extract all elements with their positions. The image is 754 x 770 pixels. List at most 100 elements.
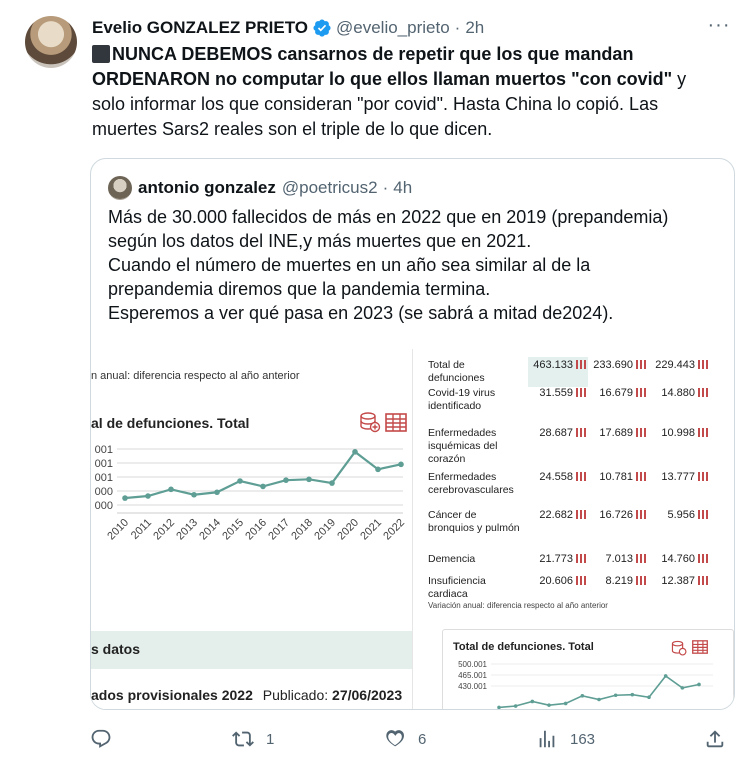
cause-value: 229.443: [650, 359, 708, 371]
author-handle[interactable]: @evelio_prieto: [336, 18, 450, 38]
media-image-left[interactable]: n anual: diferencia respecto al año ante…: [91, 349, 413, 709]
quoted-text-line: según los datos del INE,y más muertes qu…: [108, 231, 532, 251]
tweet-text-2: y: [672, 69, 687, 89]
bar-chart-icon: [576, 428, 586, 437]
media-image-right[interactable]: Total de defunciones 463.133 233.690 229.44…: [416, 349, 734, 709]
bar-chart-icon: [636, 510, 646, 519]
quoted-media[interactable]: n anual: diferencia respecto al año ante…: [91, 349, 734, 709]
author-avatar[interactable]: [25, 16, 77, 68]
table-row: Cáncer de bronquios y pulmón 22.682 16.726…: [428, 509, 734, 549]
data-point: [306, 476, 312, 483]
bar-chart-icon: [576, 388, 586, 397]
tweet-text: NUNCA DEBEMOS cansarnos de repetir que l…: [92, 42, 732, 142]
table-row: Enfermedades cerebrovasculares 24.558 10.7…: [428, 471, 734, 499]
views-button[interactable]: 163: [536, 725, 595, 753]
cause-label: Enfermedades cerebrovasculares: [428, 471, 514, 496]
cause-value: 21.773: [524, 553, 586, 565]
bar-chart-icon: [576, 510, 586, 519]
tweet-header: Evelio GONZALEZ PRIETO @evelio_prieto · …: [92, 16, 484, 40]
x-tick-label: 2016: [243, 517, 269, 543]
bar-chart-icon: [698, 554, 708, 563]
cause-value: 14.760: [650, 553, 708, 565]
cause-value: 10.781: [588, 471, 646, 483]
data-point: [663, 674, 668, 678]
x-tick-label: 2019: [312, 517, 338, 543]
chart-title: al de defunciones. Total: [91, 415, 250, 431]
cause-value: 31.559: [524, 387, 586, 399]
quoted-tweet[interactable]: antonio gonzalez @poetricus2 · 4h Más de…: [90, 158, 735, 710]
quoted-tweet-text: Más de 30.000 fallecidos de más en 2022 …: [108, 205, 728, 325]
quoted-text-line: prepandemia diremos que la pandemia term…: [108, 279, 491, 299]
verified-badge-icon: [313, 19, 331, 37]
data-point: [613, 693, 618, 698]
x-tick-label: 2022: [381, 517, 407, 543]
tweet-text-bold-2: ORDENARON no computar lo que ellos llama…: [92, 69, 673, 89]
analytics-icon: [539, 730, 555, 748]
table-row: Insuficiencia cardiaca 20.606 8.219 12.387: [428, 575, 734, 603]
separator-dot: ·: [454, 18, 461, 37]
bar-chart-icon: [636, 554, 646, 563]
bar-chart-icon: [576, 576, 586, 585]
cause-value: 17.689: [588, 427, 646, 439]
x-tick-label: 2014: [197, 517, 223, 543]
separator-dot: ·: [382, 178, 389, 197]
quoted-tweet-timestamp: 4h: [393, 178, 413, 197]
table-row: Demencia 21.773 7.013 14.760: [428, 553, 734, 569]
bar-chart-icon: [636, 576, 646, 585]
data-point: [260, 483, 266, 490]
y-tick-label: 465.001: [458, 671, 487, 680]
table-icon: [692, 640, 708, 654]
cause-value: 20.606: [524, 575, 586, 587]
cause-value: 16.726: [588, 509, 646, 521]
like-count: 6: [418, 730, 427, 748]
data-point: [168, 486, 174, 493]
tweet-timestamp[interactable]: 2h: [465, 18, 484, 38]
cause-label: Cáncer de bronquios y pulmón: [428, 509, 520, 534]
bar-chart-icon: [636, 388, 646, 397]
cause-label: Total de defunciones: [428, 359, 485, 384]
data-point: [513, 704, 518, 708]
inset-chart-card: Total de defunciones. Total 500.001 465.0…: [442, 629, 734, 709]
cause-value: 463.133: [524, 359, 586, 371]
bar-chart-icon: [576, 360, 586, 369]
data-point: [329, 480, 335, 486]
like-button[interactable]: 6: [384, 725, 426, 753]
cause-value: 22.682: [524, 509, 586, 521]
cause-value: 28.687: [524, 427, 586, 439]
data-point: [214, 489, 220, 496]
tweet-text-bold-1: NUNCA DEBEMOS cansarnos de repetir que l…: [112, 44, 634, 64]
x-tick-label: 2010: [105, 517, 131, 543]
quoted-text-line: Esperemos a ver qué pasa en 2023 (se sab…: [108, 303, 614, 323]
share-button[interactable]: [704, 725, 726, 753]
bar-chart-icon: [698, 388, 708, 397]
cause-value: 13.777: [650, 471, 708, 483]
data-section-band: s datos: [91, 631, 412, 669]
data-point: [191, 491, 197, 498]
table-row: Total de defunciones 463.133 233.690 229.44…: [428, 359, 734, 385]
reply-button[interactable]: [90, 725, 124, 753]
bar-chart-icon: [636, 360, 646, 369]
bar-chart-icon: [576, 472, 586, 481]
author-name[interactable]: Evelio GONZALEZ PRIETO: [92, 18, 308, 38]
tweet[interactable]: Evelio GONZALEZ PRIETO @evelio_prieto · …: [0, 0, 754, 770]
database-icon: [671, 640, 687, 656]
tweet-text-4: muertes Sars2 reales son el triple de lo…: [92, 119, 493, 139]
published-date: 27/06/2023: [332, 687, 403, 703]
y-tick-label: 430.001: [458, 682, 487, 691]
data-point: [375, 466, 381, 473]
data-point: [352, 449, 358, 455]
provisional-data-line: ados provisionales 2022 Publicado: 27/06…: [91, 687, 402, 703]
x-tick-label: 2011: [129, 517, 154, 542]
data-point: [547, 703, 551, 707]
table-row: Enfermedades isquémicas del corazón 28.68…: [428, 427, 734, 467]
data-point: [597, 697, 601, 702]
cause-value: 7.013: [588, 553, 646, 565]
inset-chart-title: Total de defunciones. Total: [453, 641, 594, 653]
bar-chart-icon: [698, 360, 708, 369]
data-point: [680, 686, 685, 690]
heart-icon: [386, 730, 404, 747]
cause-label: Covid-19 virus identificado: [428, 387, 496, 412]
retweet-button[interactable]: 1: [232, 725, 274, 753]
cause-value: 5.956: [650, 509, 708, 521]
more-options-icon[interactable]: ···: [706, 15, 732, 42]
